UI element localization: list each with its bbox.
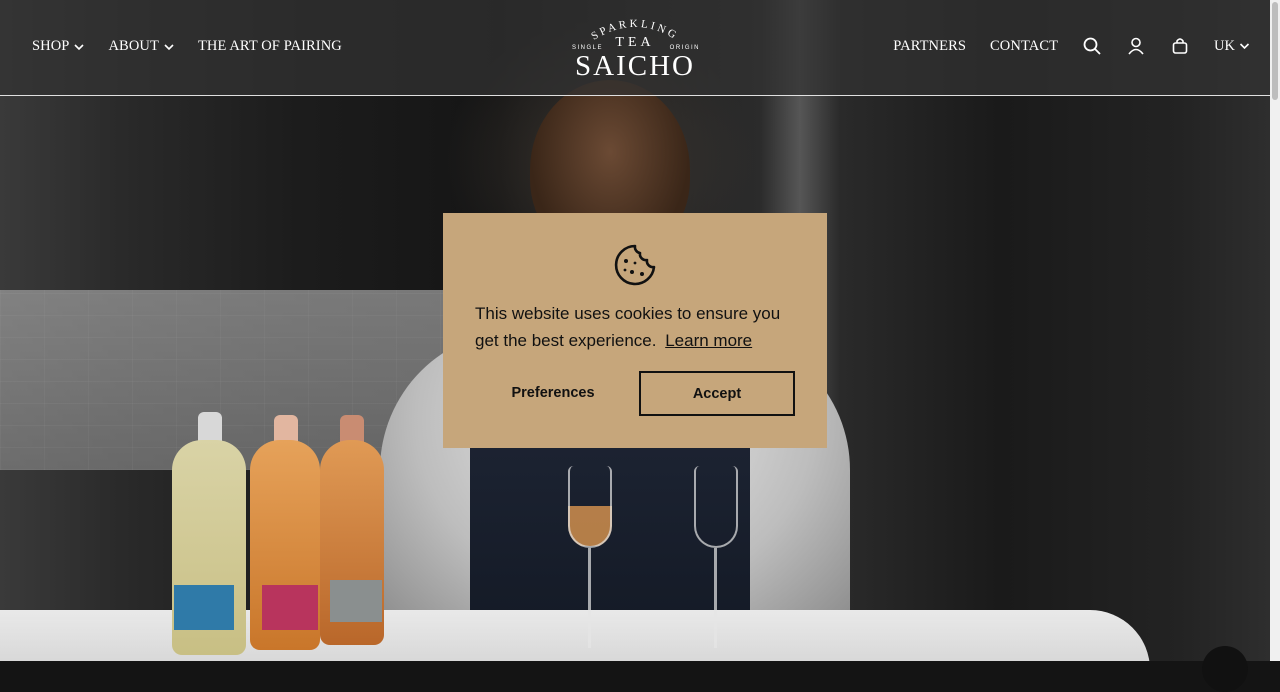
saicho-logo[interactable]: SPARKLING SINGLE TEA ORIGIN SAICHO <box>560 14 710 84</box>
logo-brand-name: SAICHO <box>575 50 695 82</box>
nav-contact[interactable]: CONTACT <box>990 38 1058 55</box>
secondary-nav: PARTNERS CONTACT UK <box>893 36 1250 56</box>
wine-glass <box>694 466 738 548</box>
page-scrollbar[interactable] <box>1270 0 1280 661</box>
wine-glass <box>568 466 612 548</box>
chevron-down-icon <box>164 43 174 50</box>
nav-art-of-pairing[interactable]: THE ART OF PAIRING <box>198 38 342 55</box>
search-icon[interactable] <box>1082 36 1102 56</box>
nav-about[interactable]: ABOUT <box>108 38 174 55</box>
cookie-icon <box>614 244 656 286</box>
primary-nav: SHOP ABOUT THE ART OF PAIRING <box>32 38 366 55</box>
nav-shop[interactable]: SHOP <box>32 38 85 55</box>
learn-more-link[interactable]: Learn more <box>665 331 752 350</box>
cart-icon[interactable] <box>1170 36 1190 56</box>
site-header: SHOP ABOUT THE ART OF PAIRING SPARKLING … <box>0 0 1270 96</box>
nav-about-label: ABOUT <box>108 38 159 54</box>
nav-shop-label: SHOP <box>32 38 70 54</box>
cookie-message: This website uses cookies to ensure you … <box>475 300 805 354</box>
locale-label: UK <box>1214 37 1235 54</box>
account-icon[interactable] <box>1126 36 1146 56</box>
cookie-consent-dialog: This website uses cookies to ensure you … <box>443 213 827 448</box>
preferences-button[interactable]: Preferences <box>475 371 631 415</box>
bottle-label <box>174 585 234 630</box>
chevron-down-icon <box>1239 43 1250 50</box>
glass-stem <box>588 548 591 648</box>
locale-selector[interactable]: UK <box>1214 38 1250 55</box>
bottle-label <box>330 580 382 622</box>
nav-contact-label: CONTACT <box>990 37 1059 54</box>
accept-button[interactable]: Accept <box>639 371 795 416</box>
nav-art-of-pairing-label: THE ART OF PAIRING <box>197 38 342 54</box>
chat-launcher-button[interactable] <box>1202 646 1248 692</box>
scrollbar-thumb[interactable] <box>1272 2 1278 100</box>
nav-partners-label: PARTNERS <box>893 37 967 54</box>
bottle-label <box>262 585 318 630</box>
chevron-down-icon <box>74 43 85 50</box>
glass-stem <box>714 548 717 648</box>
nav-partners[interactable]: PARTNERS <box>893 38 966 55</box>
